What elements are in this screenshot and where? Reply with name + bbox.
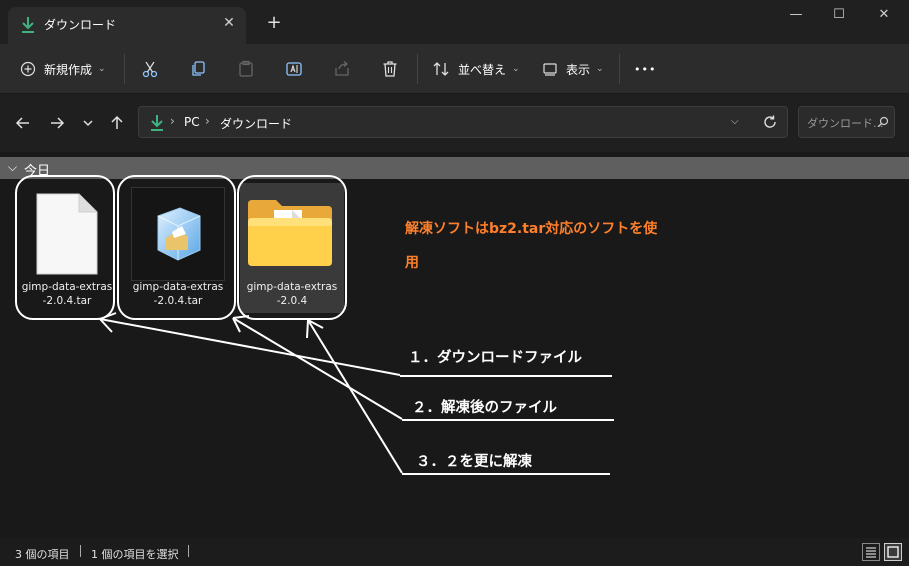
item-count: 3 個の項目 (15, 548, 70, 561)
chevron-down-icon: ⌄ (512, 64, 520, 74)
delete-button[interactable] (381, 56, 399, 82)
view-button[interactable]: 表示 ⌄ (542, 56, 604, 82)
tab-title: ダウンロード (44, 18, 117, 32)
chevron-down-icon: ⌄ (596, 64, 604, 74)
navigation-row: › PC › ダウンロード ⌵ ダウンロード... (0, 94, 909, 152)
view-icon (543, 63, 557, 76)
sort-button-label: 並べ替え (458, 62, 507, 77)
tab-downloads[interactable]: ダウンロード ✕ (8, 7, 246, 44)
breadcrumb-downloads[interactable]: ダウンロード (220, 115, 292, 132)
copy-button[interactable] (189, 56, 207, 82)
toolbar-divider (619, 54, 620, 84)
close-window-button[interactable]: ✕ (869, 4, 899, 26)
breadcrumb-separator: › (205, 114, 210, 128)
paste-button[interactable] (237, 56, 255, 82)
new-button[interactable]: 新規作成 ⌄ (20, 56, 106, 82)
command-bar: 新規作成 ⌄ 並べ替え ⌄ 表示 ⌄ ••• (0, 44, 909, 94)
new-button-label: 新規作成 (44, 62, 93, 77)
list-view-icon (866, 547, 876, 558)
more-options-button[interactable]: ••• (634, 56, 656, 82)
download-icon (151, 115, 163, 131)
rename-icon (286, 62, 302, 76)
clipboard-icon (239, 60, 253, 77)
search-icon (878, 116, 889, 127)
maximize-button[interactable]: ☐ (824, 4, 854, 26)
title-bar: ダウンロード ✕ + — ☐ ✕ (0, 0, 909, 44)
annotation-arrows (99, 312, 403, 474)
share-icon (335, 61, 349, 76)
search-placeholder: ダウンロード... (807, 117, 884, 130)
view-button-label: 表示 (566, 62, 591, 77)
large-icons-view-button[interactable] (884, 543, 902, 561)
address-bar[interactable]: › PC › ダウンロード ⌵ (138, 106, 788, 138)
up-arrow-icon[interactable] (107, 113, 127, 133)
status-divider (188, 545, 189, 557)
toolbar-divider (417, 54, 418, 84)
breadcrumb-pc[interactable]: PC (184, 115, 200, 129)
toolbar-divider (124, 54, 125, 84)
download-icon (22, 17, 34, 33)
sort-button[interactable]: 並べ替え ⌄ (432, 56, 520, 82)
copy-icon (192, 61, 205, 76)
selected-count: 1 個の項目を選択 (91, 548, 179, 561)
refresh-icon[interactable] (761, 113, 779, 131)
recent-locations-chevron-icon[interactable] (78, 113, 98, 133)
details-view-button[interactable] (862, 543, 880, 561)
breadcrumb-separator: › (170, 114, 175, 128)
chevron-down-icon: ⌄ (98, 64, 106, 74)
sort-icon (433, 62, 449, 76)
tab-close-button[interactable]: ✕ (220, 13, 238, 33)
minimize-button[interactable]: — (781, 4, 811, 26)
back-arrow-icon[interactable] (13, 113, 33, 133)
status-divider (80, 545, 81, 557)
share-button[interactable] (333, 56, 351, 82)
rename-button[interactable] (285, 56, 303, 82)
status-bar: 3 個の項目 1 個の項目を選択 (0, 538, 909, 566)
scissors-icon (142, 61, 158, 78)
cut-button[interactable] (141, 56, 159, 82)
trash-icon (383, 61, 397, 77)
forward-arrow-icon[interactable] (47, 113, 67, 133)
search-box[interactable]: ダウンロード... (798, 106, 895, 138)
plus-circle-icon (20, 61, 36, 77)
file-view: ⌵ 今日 gimp-data-extras -2.0.4.tar gimp-da… (0, 152, 909, 538)
tiles-view-icon (887, 546, 899, 558)
address-dropdown-chevron-icon[interactable]: ⌵ (731, 116, 739, 127)
new-tab-button[interactable]: + (263, 12, 285, 34)
